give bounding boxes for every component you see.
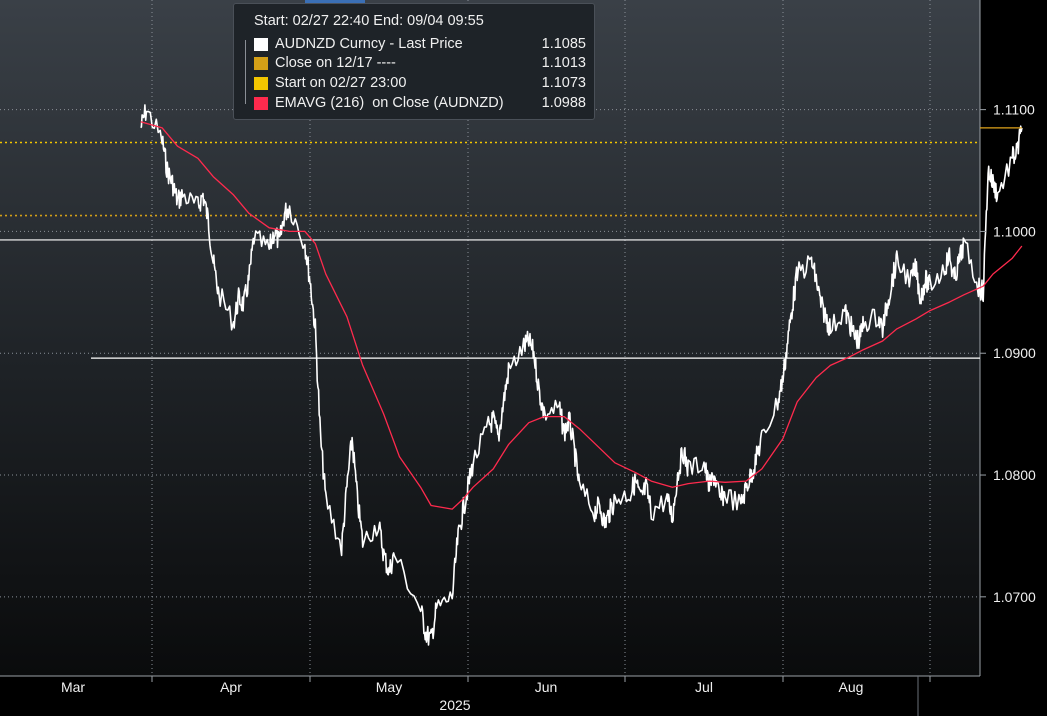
legend-entry-start-0227[interactable]: Start on 02/27 23:00 1.1073: [254, 75, 586, 93]
legend-swatch: [254, 38, 268, 51]
x-tick-label: Jul: [695, 679, 713, 695]
legend-date-range: Start: 02/27 22:40 End: 09/04 09:55: [254, 13, 484, 29]
x-axis-panel: [0, 676, 1047, 716]
legend-entry-emavg[interactable]: EMAVG (216) on Close (AUDNZD) 1.0988: [254, 95, 586, 113]
legend-swatch: [254, 97, 268, 110]
legend-entry-value: 1.1073: [541, 75, 586, 91]
x-tick-label: Jun: [535, 679, 558, 695]
chart-legend: Start: 02/27 22:40 End: 09/04 09:55 AUDN…: [233, 3, 595, 120]
y-tick-label: 1.0900: [993, 345, 1036, 361]
legend-entry-value: 1.0988: [541, 95, 586, 111]
y-tick-label: 1.0800: [993, 467, 1036, 483]
x-tick-label: Mar: [61, 679, 85, 695]
legend-entry-value: 1.1013: [541, 55, 586, 71]
x-tick-label: Apr: [220, 679, 242, 695]
y-tick-label: 1.0700: [993, 589, 1036, 605]
legend-entry-name: AUDNZD Curncy - Last Price: [275, 36, 463, 52]
legend-entry-name: Start on 02/27 23:00: [275, 75, 407, 91]
x-tick-label: May: [376, 679, 402, 695]
x-axis-year-label: 2025: [439, 697, 470, 713]
legend-entry-name: EMAVG (216) on Close (AUDNZD): [275, 95, 504, 111]
legend-entry-last-price[interactable]: AUDNZD Curncy - Last Price 1.1085: [254, 36, 586, 54]
legend-tree-line: [245, 40, 252, 104]
legend-swatch: [254, 77, 268, 90]
legend-entry-close-1217[interactable]: Close on 12/17 ---- 1.1013: [254, 55, 586, 73]
legend-swatch: [254, 57, 268, 70]
legend-entry-value: 1.1085: [541, 36, 586, 52]
y-tick-label: 1.1000: [993, 223, 1036, 239]
legend-entry-name: Close on 12/17 ----: [275, 55, 396, 71]
x-tick-label: Aug: [839, 679, 864, 695]
y-tick-label: 1.1100: [993, 102, 1035, 118]
